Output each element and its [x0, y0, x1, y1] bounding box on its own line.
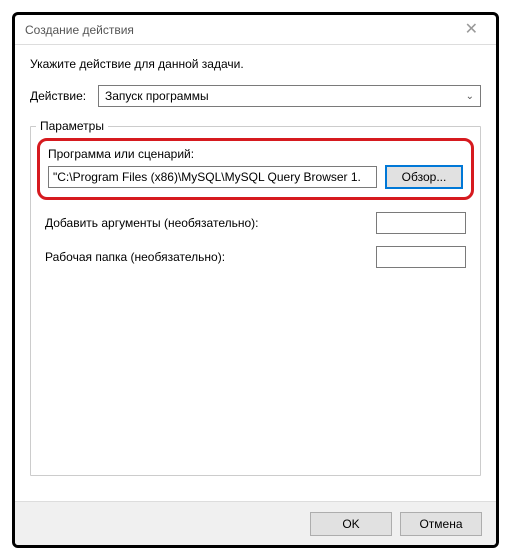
arguments-label: Добавить аргументы (необязательно): [45, 216, 258, 230]
dialog-window: Создание действия ✕ Укажите действие для… [12, 12, 499, 548]
ok-button[interactable]: OK [310, 512, 392, 536]
program-row: "C:\Program Files (x86)\MySQL\MySQL Quer… [48, 165, 463, 189]
startin-input[interactable] [376, 246, 466, 268]
action-label: Действие: [30, 89, 98, 103]
startin-label: Рабочая папка (необязательно): [45, 250, 225, 264]
params-group-label: Параметры [30, 119, 481, 133]
window-title: Создание действия [25, 23, 134, 37]
cancel-button[interactable]: Отмена [400, 512, 482, 536]
program-input[interactable]: "C:\Program Files (x86)\MySQL\MySQL Quer… [48, 166, 377, 188]
arguments-input[interactable] [376, 212, 466, 234]
action-row: Действие: Запуск программы ⌄ [30, 85, 481, 107]
close-icon[interactable]: ✕ [457, 18, 486, 42]
startin-row: Рабочая папка (необязательно): [41, 246, 470, 268]
dialog-content: Укажите действие для данной задачи. Дейс… [15, 45, 496, 476]
program-highlight: Программа или сценарий: "C:\Program File… [37, 138, 474, 200]
titlebar: Создание действия ✕ [15, 15, 496, 45]
action-selected-value: Запуск программы [105, 89, 209, 103]
button-bar: OK Отмена [15, 501, 496, 545]
instruction-text: Укажите действие для данной задачи. [30, 57, 481, 71]
program-label: Программа или сценарий: [48, 147, 463, 161]
arguments-row: Добавить аргументы (необязательно): [41, 212, 470, 234]
browse-button[interactable]: Обзор... [385, 165, 463, 189]
chevron-down-icon: ⌄ [466, 91, 474, 102]
action-select[interactable]: Запуск программы ⌄ [98, 85, 481, 107]
params-group: Программа или сценарий: "C:\Program File… [30, 126, 481, 476]
